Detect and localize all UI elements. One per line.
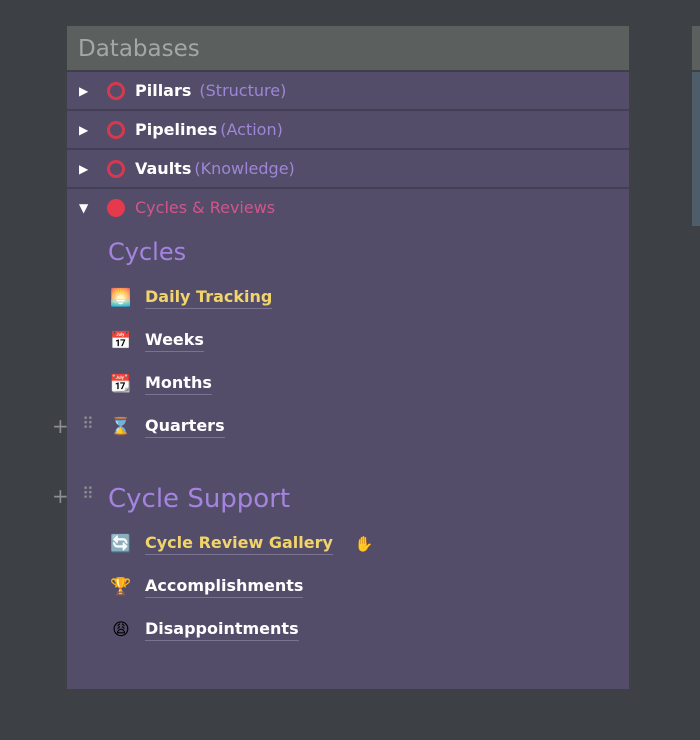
recycle-arrows-icon: 🔄 bbox=[110, 534, 132, 554]
cycles-heading: Cycles bbox=[108, 238, 187, 266]
link-disappointments[interactable]: 😩 Disappointments bbox=[109, 619, 299, 641]
drag-handle-icon[interactable]: ⠿ bbox=[82, 484, 94, 503]
add-block-icon[interactable]: + bbox=[52, 414, 69, 438]
red-ring-icon bbox=[107, 120, 125, 139]
weary-face-icon: 😩 bbox=[112, 620, 130, 640]
link-label[interactable]: Daily Tracking bbox=[145, 287, 273, 309]
toggle-sublabel: (Structure) bbox=[199, 81, 287, 100]
caret-right-icon[interactable]: ▶ bbox=[79, 84, 89, 98]
cycle-support-heading: Cycle Support bbox=[108, 484, 291, 514]
toggle-label: Pillars bbox=[135, 81, 192, 100]
calendar-icon: 📅 bbox=[110, 331, 132, 351]
red-ring-icon bbox=[107, 159, 125, 178]
red-ring-icon bbox=[107, 81, 125, 100]
toggle-sublabel: (Action) bbox=[220, 120, 283, 139]
toggle-label: Cycles & Reviews bbox=[135, 198, 276, 217]
toggle-cycles-reviews[interactable]: ▼ Cycles & Reviews bbox=[67, 189, 629, 226]
panel-title: Databases bbox=[67, 26, 629, 72]
toggle-pipelines[interactable]: ▶ Pipelines (Action) bbox=[67, 111, 629, 150]
hourglass-icon: ⌛ bbox=[110, 417, 132, 437]
caret-down-icon[interactable]: ▼ bbox=[79, 201, 89, 215]
calendar-21-icon: 📆 bbox=[110, 374, 132, 394]
link-label[interactable]: Months bbox=[145, 373, 212, 395]
databases-panel: Databases ▶ Pillars (Structure) ▶ Pipeli… bbox=[67, 26, 629, 689]
caret-right-icon[interactable]: ▶ bbox=[79, 123, 89, 137]
link-label[interactable]: Accomplishments bbox=[145, 576, 304, 598]
link-quarters[interactable]: ⌛ Quarters bbox=[109, 416, 225, 438]
link-months[interactable]: 📆 Months bbox=[109, 373, 212, 395]
red-circle-icon bbox=[107, 198, 125, 217]
link-label[interactable]: Weeks bbox=[145, 330, 204, 352]
toggle-sublabel: (Knowledge) bbox=[194, 159, 295, 178]
hand-cursor-icon: ✋ bbox=[354, 535, 374, 553]
link-accomplishments[interactable]: 🏆 Accomplishments bbox=[109, 576, 304, 598]
caret-right-icon[interactable]: ▶ bbox=[79, 162, 89, 176]
adjacent-panel bbox=[692, 26, 700, 226]
trophy-icon: 🏆 bbox=[110, 577, 132, 597]
drag-handle-icon[interactable]: ⠿ bbox=[82, 414, 94, 433]
toggle-pillars[interactable]: ▶ Pillars (Structure) bbox=[67, 72, 629, 111]
link-cycle-review-gallery[interactable]: 🔄 Cycle Review Gallery ✋ bbox=[109, 533, 374, 555]
link-daily-tracking[interactable]: 🌅 Daily Tracking bbox=[109, 287, 273, 309]
toggle-vaults[interactable]: ▶ Vaults (Knowledge) bbox=[67, 150, 629, 189]
toggle-label: Vaults bbox=[135, 159, 192, 178]
link-label[interactable]: Quarters bbox=[145, 416, 225, 438]
toggle-label: Pipelines bbox=[135, 120, 218, 139]
link-label[interactable]: Disappointments bbox=[145, 619, 299, 641]
link-label[interactable]: Cycle Review Gallery bbox=[145, 533, 333, 555]
sunrise-icon: 🌅 bbox=[110, 288, 132, 308]
add-block-icon[interactable]: + bbox=[52, 484, 69, 508]
link-weeks[interactable]: 📅 Weeks bbox=[109, 330, 204, 352]
